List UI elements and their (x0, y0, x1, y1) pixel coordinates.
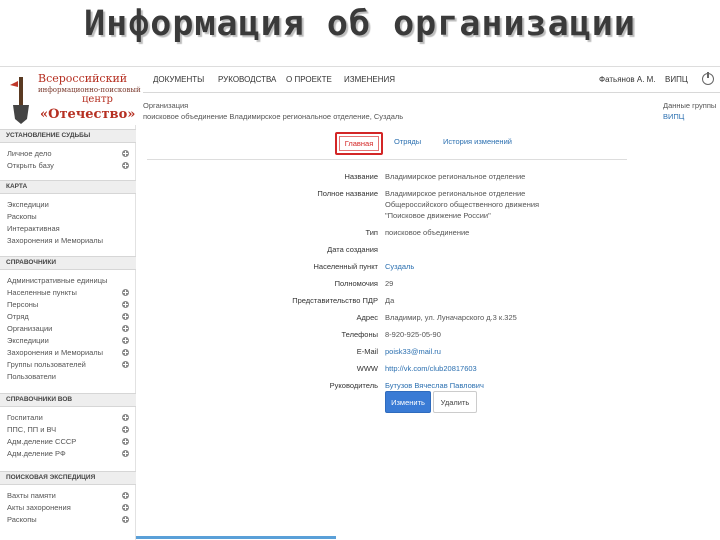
field-value-address: Владимир, ул. Луначарского д.3 к.325 (385, 313, 517, 322)
sidebar-item-admin-units[interactable]: Административные единицы (7, 276, 129, 287)
breadcrumb-label: Организация (143, 101, 189, 110)
logo-line-1: Всероссийский (38, 72, 128, 85)
sidebar-item-user-groups[interactable]: Группы пользователей (7, 360, 129, 371)
add-icon[interactable] (122, 426, 129, 433)
sidebar-section-fate: УСТАНОВЛЕНИЕ СУДЬБЫ (0, 129, 136, 143)
tab-bar-divider (147, 159, 627, 160)
sidebar-item-hospitals[interactable]: Госпитали (7, 413, 129, 424)
sidebar-item-digs[interactable]: Раскопы (7, 515, 129, 526)
field-value-authority: 29 (385, 279, 394, 288)
sidebar-item-expeditions[interactable]: Экспедиции (7, 336, 129, 347)
sidebar-section-references: СПРАВОЧНИКИ (0, 256, 136, 270)
sidebar: УСТАНОВЛЕНИЕ СУДЬБЫ Личное дело Открыть … (0, 125, 136, 540)
field-value-head[interactable]: Бутузов Вячеслав Павлович (385, 381, 484, 392)
sidebar-item-persons[interactable]: Персоны (7, 300, 129, 311)
field-value-www[interactable]: http://vk.com/club20817603 (385, 364, 477, 375)
field-label-settlement: Населенный пункт (313, 262, 378, 271)
sidebar-item-open-base[interactable]: Открыть базу (7, 161, 129, 172)
add-icon[interactable] (122, 301, 129, 308)
slide-title: Информация об организации (84, 4, 636, 44)
sidebar-item-rf-division[interactable]: Адм.деление РФ (7, 449, 129, 460)
nav-guides[interactable]: РУКОВОДСТВА (218, 75, 276, 84)
field-value-phones: 8-920-925-05-90 (385, 330, 441, 339)
add-icon[interactable] (122, 162, 129, 169)
sidebar-item-digs-map[interactable]: Раскопы (7, 212, 129, 223)
tab-history[interactable]: История изменений (443, 137, 512, 146)
add-icon[interactable] (122, 414, 129, 421)
add-icon[interactable] (122, 504, 129, 511)
nav-documents[interactable]: ДОКУМЕНТЫ (153, 75, 204, 84)
top-navigation: ДОКУМЕНТЫ РУКОВОДСТВА О ПРОЕКТЕ ИЗМЕНЕНИ… (143, 67, 720, 93)
add-icon[interactable] (122, 492, 129, 499)
sidebar-item-expeditions-map[interactable]: Экспедиции (7, 200, 129, 211)
sidebar-item-burials-map[interactable]: Захоронения и Мемориалы (7, 236, 129, 247)
logo-line-2: информационно-поисковый (38, 86, 141, 94)
field-value-full-name-3: "Поисковое движение России" (385, 211, 491, 220)
add-icon[interactable] (122, 361, 129, 368)
group-data-label: Данные группы (663, 101, 717, 110)
field-value-name: Владимирское региональное отделение (385, 172, 526, 181)
field-value-type: поисковое объединение (385, 228, 470, 237)
sidebar-section-wwii-references: СПРАВОЧНИКИ ВОВ (0, 393, 136, 407)
field-label-full-name: Полное название (317, 189, 378, 198)
field-label-pdr: Представительство ПДР (292, 296, 378, 305)
field-label-type: Тип (365, 228, 378, 237)
field-label-created: Дата создания (327, 245, 378, 254)
field-label-head: Руководитель (329, 381, 378, 390)
field-label-name: Название (344, 172, 378, 181)
sidebar-section-search-expedition: ПОИСКОВАЯ ЭКСПЕДИЦИЯ (0, 471, 136, 485)
tab-main[interactable]: Главная (335, 132, 383, 155)
tab-squads[interactable]: Отряды (394, 137, 421, 146)
sidebar-item-burial-acts[interactable]: Акты захоронения (7, 503, 129, 514)
field-label-address: Адрес (356, 313, 378, 322)
nav-changes[interactable]: ИЗМЕНЕНИЯ (344, 75, 395, 84)
field-label-www: WWW (356, 364, 378, 373)
sidebar-item-burials[interactable]: Захоронения и Мемориалы (7, 348, 129, 359)
sidebar-item-memory-watches[interactable]: Вахты памяти (7, 491, 129, 502)
logo-line-4: «Отечество» (40, 107, 136, 122)
breadcrumb-value: поисковое объединение Владимирское регио… (143, 112, 404, 121)
sidebar-item-ussr-division[interactable]: Адм.деление СССР (7, 437, 129, 448)
sidebar-section-map: КАРТА (0, 180, 136, 194)
sidebar-item-organizations[interactable]: Организации (7, 324, 129, 335)
app-window: Всероссийский информационно-поисковый це… (0, 66, 720, 540)
add-icon[interactable] (122, 516, 129, 523)
field-label-phones: Телефоны (341, 330, 378, 339)
field-value-settlement[interactable]: Суздаль (385, 262, 414, 273)
shovel-logo-icon (10, 77, 29, 124)
add-icon[interactable] (122, 349, 129, 356)
field-value-pdr: Да (385, 296, 395, 305)
add-icon[interactable] (122, 325, 129, 332)
sidebar-item-personal-file[interactable]: Личное дело (7, 149, 129, 160)
current-user[interactable]: Фатьянов А. М. (599, 75, 656, 84)
add-icon[interactable] (122, 150, 129, 157)
field-label-authority: Полномочия (334, 279, 378, 288)
sidebar-item-squad[interactable]: Отряд (7, 312, 129, 323)
add-icon[interactable] (122, 313, 129, 320)
sidebar-item-military-units[interactable]: ППС, ПП и ВЧ (7, 425, 129, 436)
add-icon[interactable] (122, 450, 129, 457)
main-content: Организация поисковое объединение Владим… (143, 93, 720, 540)
scrollbar[interactable] (136, 536, 336, 539)
nav-about[interactable]: О ПРОЕКТЕ (286, 75, 332, 84)
add-icon[interactable] (122, 337, 129, 344)
current-org[interactable]: ВИПЦ (665, 75, 688, 84)
add-icon[interactable] (122, 289, 129, 296)
sidebar-item-interactive[interactable]: Интерактивная (7, 224, 129, 235)
field-value-full-name-2: Общероссийского общественного движения (385, 200, 540, 209)
delete-button[interactable]: Удалить (433, 391, 477, 413)
logo[interactable]: Всероссийский информационно-поисковый це… (6, 69, 141, 129)
group-data-value[interactable]: ВИПЦ (663, 112, 684, 121)
add-icon[interactable] (122, 438, 129, 445)
field-value-full-name-1: Владимирское региональное отделение (385, 189, 526, 198)
field-value-email[interactable]: poisk33@mail.ru (385, 347, 441, 358)
sidebar-item-settlements[interactable]: Населенные пункты (7, 288, 129, 299)
edit-button[interactable]: Изменить (385, 391, 431, 413)
field-label-email: E-Mail (356, 347, 378, 356)
power-icon[interactable] (702, 72, 714, 85)
logo-line-3: центр (82, 94, 113, 105)
sidebar-item-users[interactable]: Пользователи (7, 372, 129, 383)
